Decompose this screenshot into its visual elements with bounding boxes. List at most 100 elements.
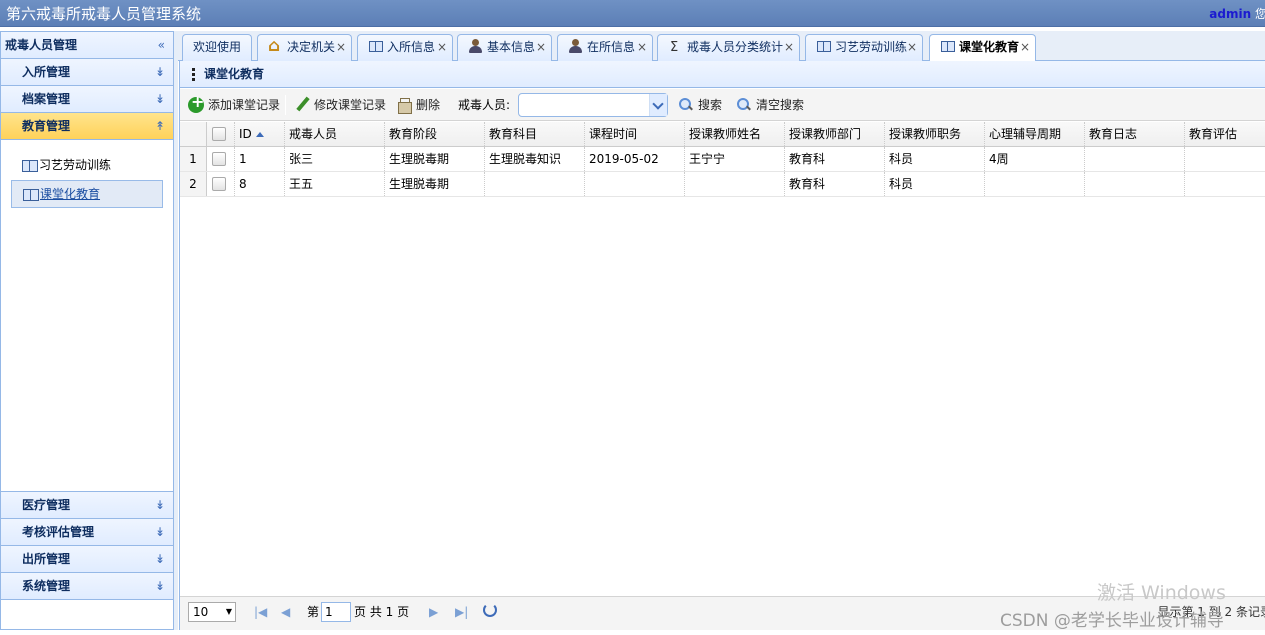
main-panel: 课堂化教育 添加课堂记录 修改课堂记录 删除 戒毒人员: 搜索 清空搜索 bbox=[179, 61, 1265, 630]
book-icon bbox=[816, 39, 832, 53]
row-number: 1 bbox=[180, 147, 207, 171]
sidebar-root-header[interactable]: 戒毒人员管理 « bbox=[1, 32, 173, 59]
row-checkbox[interactable] bbox=[212, 177, 226, 191]
column-header-counseling-cycle[interactable]: 心理辅导周期 bbox=[985, 122, 1085, 146]
close-icon[interactable]: × bbox=[536, 35, 546, 60]
column-header-teacher-dept[interactable]: 授课教师部门 bbox=[785, 122, 885, 146]
tab-strip: 欢迎使用 决定机关 × 入所信息 × 基本信息 × 在所信息 × 戒毒人员分类统… bbox=[178, 31, 1265, 62]
cell-log bbox=[1085, 147, 1185, 171]
tab-classroom-education[interactable]: 课堂化教育 × bbox=[929, 34, 1036, 62]
cell-stage: 生理脱毒期 bbox=[385, 147, 485, 171]
close-icon[interactable]: × bbox=[907, 35, 917, 60]
close-icon[interactable]: × bbox=[637, 35, 647, 60]
sidebar-section-assessment[interactable]: 考核评估管理 ↡ bbox=[1, 519, 173, 546]
inmate-filter-combobox[interactable] bbox=[518, 93, 668, 117]
search-label: 搜索 bbox=[698, 98, 723, 112]
tab-label: 在所信息 bbox=[587, 40, 636, 54]
sidebar-section-archive[interactable]: 档案管理 ↡ bbox=[1, 86, 173, 113]
chevron-double-down-icon[interactable]: ↡ bbox=[155, 519, 165, 545]
chevron-double-down-icon[interactable]: ↡ bbox=[155, 492, 165, 518]
next-page-icon[interactable]: ▶ bbox=[429, 605, 443, 619]
sidebar-section-system[interactable]: 系统管理 ↡ bbox=[1, 573, 173, 600]
data-grid: ID 戒毒人员 教育阶段 教育科目 课程时间 授课教师姓名 授课教师部门 授课教… bbox=[180, 122, 1265, 197]
layout-splitter[interactable] bbox=[174, 31, 178, 630]
page-total: 页 共 1 页 bbox=[354, 605, 410, 619]
column-header-inmate[interactable]: 戒毒人员 bbox=[285, 122, 385, 146]
column-header-stage[interactable]: 教育阶段 bbox=[385, 122, 485, 146]
grid-header: ID 戒毒人员 教育阶段 教育科目 课程时间 授课教师姓名 授课教师部门 授课教… bbox=[180, 122, 1265, 147]
select-all-checkbox[interactable] bbox=[212, 127, 226, 141]
cell-log bbox=[1085, 172, 1185, 196]
cell-subject: 生理脱毒知识 bbox=[485, 147, 585, 171]
page-number-input[interactable]: 1 bbox=[321, 602, 351, 622]
sidebar-item-labor-training[interactable]: 习艺劳动训练 bbox=[11, 152, 163, 178]
grid-toolbar: 添加课堂记录 修改课堂记录 删除 戒毒人员: 搜索 清空搜索 bbox=[180, 89, 1265, 121]
username[interactable]: admin bbox=[1209, 7, 1251, 21]
page-size-select[interactable]: 10 bbox=[188, 602, 236, 622]
chevron-double-down-icon[interactable]: ↡ bbox=[155, 59, 165, 85]
chevron-double-down-icon[interactable]: ↡ bbox=[155, 573, 165, 599]
cell-course-time bbox=[585, 172, 685, 196]
vertical-dots-icon bbox=[192, 68, 195, 82]
chevron-down-icon[interactable] bbox=[649, 94, 667, 116]
trash-icon bbox=[396, 97, 412, 114]
tab-decision-authority[interactable]: 决定机关 × bbox=[257, 34, 352, 61]
row-checkbox[interactable] bbox=[212, 152, 226, 166]
collapse-left-icon[interactable]: « bbox=[158, 32, 165, 58]
cell-subject bbox=[485, 172, 585, 196]
edit-record-label: 修改课堂记录 bbox=[314, 98, 387, 112]
edit-record-button[interactable]: 修改课堂记录 bbox=[294, 96, 386, 114]
chevron-double-down-icon[interactable]: ↡ bbox=[155, 546, 165, 572]
select-all-cell bbox=[207, 122, 235, 146]
cell-teacher-name bbox=[685, 172, 785, 196]
tab-in-custody-info[interactable]: 在所信息 × bbox=[557, 34, 653, 61]
book-icon bbox=[22, 160, 38, 172]
sidebar-section-medical[interactable]: 医疗管理 ↡ bbox=[1, 492, 173, 519]
add-record-button[interactable]: 添加课堂记录 bbox=[188, 93, 281, 114]
tab-label: 欢迎使用 bbox=[193, 40, 242, 54]
search-button[interactable]: 搜索 bbox=[678, 96, 722, 114]
column-header-course-time[interactable]: 课程时间 bbox=[585, 122, 685, 146]
column-header-subject[interactable]: 教育科目 bbox=[485, 122, 585, 146]
sidebar-section-label: 档案管理 bbox=[22, 92, 71, 106]
cell-id: 1 bbox=[235, 147, 285, 171]
tab-basic-info[interactable]: 基本信息 × bbox=[457, 34, 552, 61]
sort-ascending-icon bbox=[255, 132, 264, 137]
prev-page-icon[interactable]: ◀ bbox=[281, 605, 295, 619]
sidebar-item-classroom-education[interactable]: 课堂化教育 bbox=[11, 180, 163, 208]
refresh-icon[interactable] bbox=[483, 603, 497, 617]
cell-stage: 生理脱毒期 bbox=[385, 172, 485, 196]
table-row[interactable]: 2 8 王五 生理脱毒期 教育科 科员 bbox=[180, 172, 1265, 197]
first-page-icon[interactable]: |◀ bbox=[254, 605, 268, 619]
column-header-id[interactable]: ID bbox=[235, 122, 285, 146]
person-icon bbox=[568, 39, 584, 53]
column-header-log[interactable]: 教育日志 bbox=[1085, 122, 1185, 146]
chevron-double-down-icon[interactable]: ↡ bbox=[155, 86, 165, 112]
close-icon[interactable]: × bbox=[336, 35, 346, 60]
sidebar-section-discharge[interactable]: 出所管理 ↡ bbox=[1, 546, 173, 573]
delete-button[interactable]: 删除 bbox=[396, 96, 440, 114]
close-icon[interactable]: × bbox=[1020, 35, 1030, 60]
book-icon bbox=[940, 39, 956, 53]
close-icon[interactable]: × bbox=[784, 35, 794, 60]
tab-label: 入所信息 bbox=[387, 40, 436, 54]
book-icon bbox=[23, 189, 39, 201]
clear-search-button[interactable]: 清空搜索 bbox=[736, 96, 804, 114]
sidebar-section-admission[interactable]: 入所管理 ↡ bbox=[1, 59, 173, 86]
chevron-double-up-icon[interactable]: ↟ bbox=[155, 113, 165, 139]
close-icon[interactable]: × bbox=[437, 35, 447, 60]
sidebar-section-education[interactable]: 教育管理 ↟ bbox=[1, 113, 173, 140]
row-select-cell bbox=[207, 147, 235, 171]
add-record-label: 添加课堂记录 bbox=[208, 98, 281, 112]
tab-label: 决定机关 bbox=[287, 40, 336, 54]
column-header-evaluation[interactable]: 教育评估 bbox=[1185, 122, 1265, 146]
table-row[interactable]: 1 1 张三 生理脱毒期 生理脱毒知识 2019-05-02 王宁宁 教育科 科… bbox=[180, 147, 1265, 172]
tab-classification-stats[interactable]: 戒毒人员分类统计 × bbox=[657, 34, 800, 61]
last-page-icon[interactable]: ▶| bbox=[455, 605, 469, 619]
column-header-teacher-name[interactable]: 授课教师姓名 bbox=[685, 122, 785, 146]
tab-labor-training[interactable]: 习艺劳动训练 × bbox=[805, 34, 923, 61]
column-header-teacher-title[interactable]: 授课教师职务 bbox=[885, 122, 985, 146]
tab-label: 课堂化教育 bbox=[959, 40, 1020, 54]
tab-welcome[interactable]: 欢迎使用 bbox=[182, 34, 252, 61]
tab-admission-info[interactable]: 入所信息 × bbox=[357, 34, 453, 61]
